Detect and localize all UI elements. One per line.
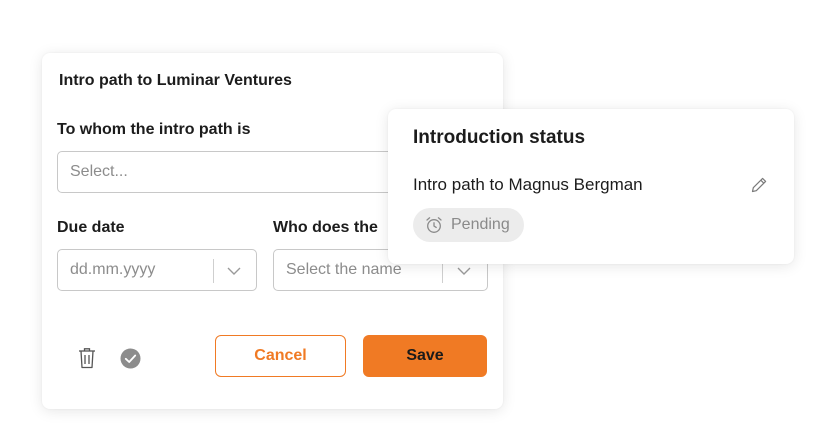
- pencil-icon[interactable]: [750, 176, 768, 194]
- save-button[interactable]: Save: [363, 335, 487, 377]
- due-date-placeholder: dd.mm.yyyy: [70, 261, 156, 278]
- introduction-status-card: Introduction status Intro path to Magnus…: [388, 109, 794, 264]
- field-divider: [213, 259, 214, 283]
- status-badge-label: Pending: [451, 216, 510, 233]
- status-title: Introduction status: [413, 127, 586, 148]
- due-date-label: Due date: [57, 219, 125, 236]
- whom-label: To whom the intro path is: [57, 121, 251, 138]
- intro-path-text: Intro path to Magnus Bergman: [413, 175, 643, 194]
- cancel-button[interactable]: Cancel: [215, 335, 346, 377]
- status-badge: Pending: [413, 208, 524, 242]
- who-label: Who does the: [273, 219, 378, 236]
- whom-select-placeholder: Select...: [70, 163, 128, 180]
- trash-icon[interactable]: [78, 347, 96, 369]
- check-circle-icon[interactable]: [120, 348, 141, 369]
- due-date-field[interactable]: dd.mm.yyyy: [57, 249, 257, 291]
- form-title: Intro path to Luminar Ventures: [59, 72, 292, 89]
- alarm-clock-icon: [426, 217, 442, 233]
- chevron-down-icon[interactable]: [226, 263, 242, 279]
- who-select-placeholder: Select the name: [286, 261, 402, 278]
- chevron-down-icon[interactable]: [456, 263, 472, 279]
